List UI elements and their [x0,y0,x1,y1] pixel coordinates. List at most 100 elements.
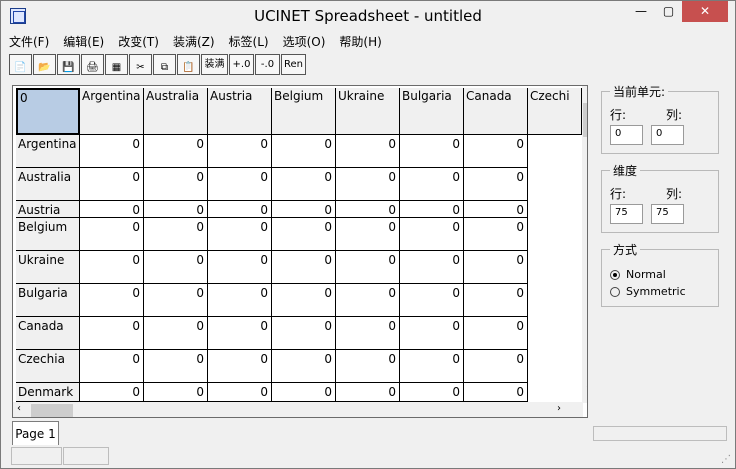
matrix-cell[interactable]: 0 [400,168,464,201]
matrix-cell[interactable]: 0 [208,218,272,251]
open-button[interactable]: 📂 [33,54,56,75]
matrix-cell[interactable]: 0 [464,284,528,317]
row-header-ukraine[interactable]: Ukraine [16,251,80,284]
column-header-austria[interactable]: Austria [208,88,272,135]
matrix-cell[interactable]: 0 [272,383,336,402]
view-button[interactable]: ▦ [105,54,128,75]
menu-transform[interactable]: 改变(T) [118,33,159,51]
matrix-cell[interactable]: 0 [336,284,400,317]
matrix-cell[interactable]: 0 [400,201,464,218]
current-row-input[interactable]: 0 [610,125,643,145]
matrix-cell[interactable]: 0 [464,350,528,383]
matrix-cell[interactable]: 0 [144,383,208,402]
matrix-cell[interactable]: 0 [464,383,528,402]
horizontal-scroll-thumb[interactable] [31,404,73,417]
matrix-cell[interactable]: 0 [464,317,528,350]
scroll-left-icon[interactable]: ‹ [17,403,21,414]
matrix-cell[interactable]: 0 [144,284,208,317]
matrix-cell[interactable]: 0 [144,135,208,168]
dimension-col-input[interactable]: 75 [651,204,684,224]
matrix-cell[interactable]: 0 [400,251,464,284]
matrix-cell[interactable]: 0 [336,135,400,168]
matrix-cell[interactable]: 0 [464,201,528,218]
print-button[interactable]: 🖨 [81,54,104,75]
menu-file[interactable]: 文件(F) [9,33,49,51]
matrix-cell[interactable]: 0 [208,251,272,284]
matrix-cell[interactable]: 0 [208,201,272,218]
horizontal-scrollbar[interactable]: ‹ › [13,402,583,417]
matrix-cell[interactable]: 0 [208,350,272,383]
row-header-austria[interactable]: Austria [16,201,80,218]
matrix-cell[interactable]: 0 [336,201,400,218]
matrix-cell[interactable]: 0 [336,317,400,350]
matrix-cell[interactable]: 0 [336,350,400,383]
current-col-input[interactable]: 0 [651,125,684,145]
column-header-belgium[interactable]: Belgium [272,88,336,135]
matrix-cell[interactable]: 0 [272,218,336,251]
new-button[interactable]: 📄 [9,54,32,75]
row-header-australia[interactable]: Australia [16,168,80,201]
matrix-cell[interactable]: 0 [144,317,208,350]
matrix-cell[interactable]: 0 [400,135,464,168]
matrix-cell[interactable]: 0 [464,135,528,168]
copy-button[interactable]: ⧉ [153,54,176,75]
menu-edit[interactable]: 编辑(E) [63,33,104,51]
matrix-cell[interactable]: 0 [144,251,208,284]
menu-fill[interactable]: 装满(Z) [173,33,215,51]
column-header-bulgaria[interactable]: Bulgaria [400,88,464,135]
fill-button[interactable]: 装满 [201,54,228,75]
rename-button[interactable]: Ren [281,54,306,75]
matrix-cell[interactable]: 0 [272,317,336,350]
matrix-cell[interactable]: 0 [272,168,336,201]
scroll-right-icon[interactable]: › [557,403,561,414]
column-header-australia[interactable]: Australia [144,88,208,135]
row-header-czechia[interactable]: Czechia [16,350,80,383]
tab-page-1[interactable]: Page 1 [12,421,59,445]
matrix-cell[interactable]: 0 [464,251,528,284]
corner-cell[interactable]: 0 [16,88,80,135]
menu-help[interactable]: 帮助(H) [339,33,381,51]
close-button[interactable]: ✕ [682,1,728,22]
matrix-cell[interactable]: 0 [464,168,528,201]
row-header-canada[interactable]: Canada [16,317,80,350]
vertical-scrollbar[interactable]: ˄ ˅ [582,86,587,403]
matrix-cell[interactable]: 0 [144,350,208,383]
matrix-cell[interactable]: 0 [80,201,144,218]
matrix-cell[interactable]: 0 [208,135,272,168]
matrix-cell[interactable]: 0 [80,317,144,350]
matrix-cell[interactable]: 0 [144,218,208,251]
menu-labels[interactable]: 标签(L) [229,33,269,51]
matrix-cell[interactable]: 0 [336,383,400,402]
column-header-ukraine[interactable]: Ukraine [336,88,400,135]
column-header-czechi[interactable]: Czechi [528,88,582,135]
matrix-cell[interactable]: 0 [144,201,208,218]
increase-decimal-button[interactable]: +.0 [229,54,254,75]
matrix-cell[interactable]: 0 [400,218,464,251]
matrix-cell[interactable]: 0 [80,135,144,168]
matrix-cell[interactable]: 0 [336,251,400,284]
row-header-denmark[interactable]: Denmark [16,383,80,402]
matrix-cell[interactable]: 0 [400,383,464,402]
mode-symmetric-option[interactable]: Symmetric [610,285,710,298]
matrix-cell[interactable]: 0 [208,383,272,402]
matrix-cell[interactable]: 0 [336,218,400,251]
matrix-cell[interactable]: 0 [80,350,144,383]
mode-normal-option[interactable]: Normal [610,268,710,281]
paste-button[interactable]: 📋 [177,54,200,75]
matrix-cell[interactable]: 0 [400,317,464,350]
matrix-cell[interactable]: 0 [80,383,144,402]
matrix-cell[interactable]: 0 [272,284,336,317]
save-button[interactable]: 💾 [57,54,80,75]
matrix-cell[interactable]: 0 [400,284,464,317]
column-header-canada[interactable]: Canada [464,88,528,135]
matrix-cell[interactable]: 0 [80,284,144,317]
minimize-button[interactable]: — [627,1,655,22]
matrix-cell[interactable]: 0 [272,251,336,284]
cut-button[interactable]: ✂ [129,54,152,75]
matrix-cell[interactable]: 0 [208,168,272,201]
row-header-bulgaria[interactable]: Bulgaria [16,284,80,317]
resize-grip-icon[interactable]: ⋰ [721,454,731,465]
matrix-cell[interactable]: 0 [272,201,336,218]
scroll-up-icon[interactable]: ˄ [586,89,587,99]
scroll-down-icon[interactable]: ˅ [586,387,587,397]
